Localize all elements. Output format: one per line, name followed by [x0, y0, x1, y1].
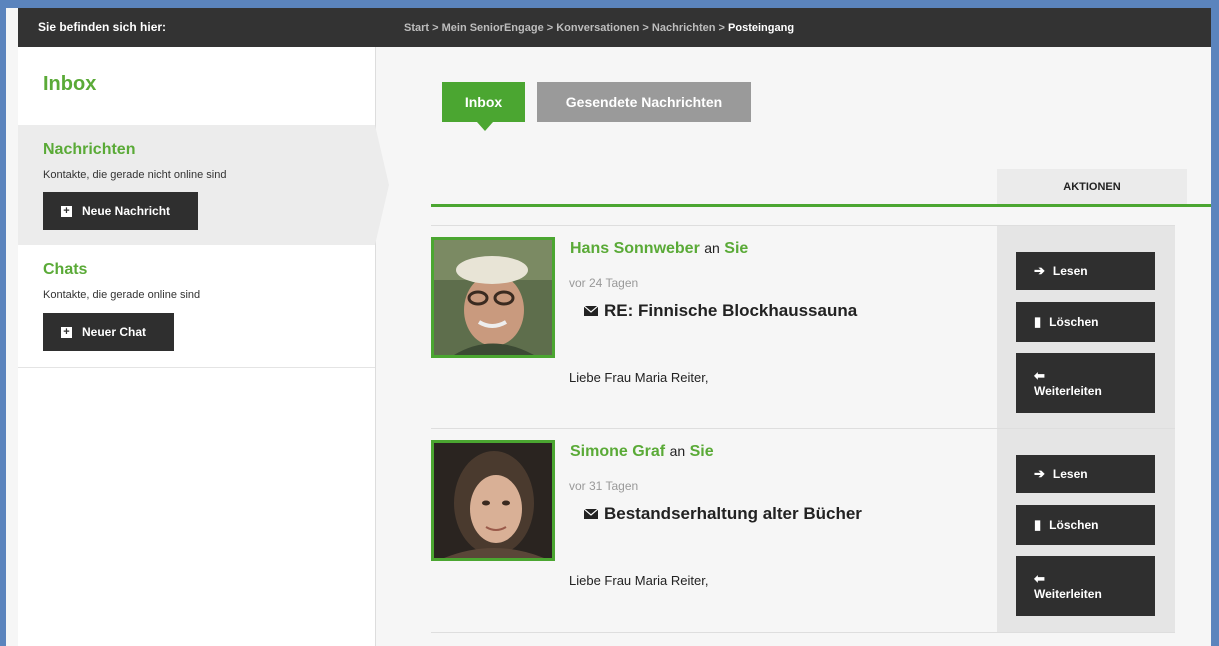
- envelope-icon: [584, 509, 598, 519]
- button-label: Löschen: [1049, 518, 1099, 532]
- delete-button[interactable]: ▮ Löschen: [1016, 302, 1155, 342]
- button-label: Neue Nachricht: [82, 204, 171, 218]
- button-label: Löschen: [1049, 315, 1099, 329]
- sender-name-link[interactable]: Simone Graf: [570, 443, 665, 460]
- section-title: Nachrichten: [43, 141, 136, 158]
- message-age: vor 31 Tagen: [569, 479, 639, 493]
- recipient-link[interactable]: Sie: [690, 443, 714, 460]
- arrow-right-icon: ➔: [1034, 466, 1045, 481]
- sender-line: Simone Graf an Sie: [570, 443, 714, 461]
- sender-name-link[interactable]: Hans Sonnweber: [570, 240, 700, 257]
- plus-icon: +: [61, 326, 72, 338]
- button-label: Weiterleiten: [1034, 384, 1102, 398]
- section-description: Kontakte, die gerade online sind: [43, 289, 201, 301]
- section-title: Chats: [43, 261, 88, 278]
- section-description: Kontakte, die gerade nicht online sind: [43, 169, 227, 181]
- button-label: Neuer Chat: [82, 325, 147, 339]
- delete-button[interactable]: ▮ Löschen: [1016, 505, 1155, 545]
- message-age: vor 24 Tagen: [569, 276, 639, 290]
- breadcrumb-item-start[interactable]: Start: [404, 22, 429, 34]
- sidebar-section-nachrichten[interactable]: Nachrichten Kontakte, die gerade nicht o…: [18, 125, 389, 245]
- page-frame: Sie befinden sich hier: Start > Mein Sen…: [6, 8, 1211, 646]
- new-message-button[interactable]: + Neue Nachricht: [43, 192, 198, 230]
- message-row: Simone Graf an Sie vor 31 Tagen Bestands…: [431, 428, 1175, 633]
- to-word: an: [669, 443, 686, 459]
- sidebar: Inbox Nachrichten Kontakte, die gerade n…: [18, 47, 389, 646]
- breadcrumb-item-nachrichten[interactable]: Nachrichten: [652, 22, 716, 34]
- button-label: Lesen: [1052, 264, 1088, 278]
- trash-icon: ▮: [1034, 314, 1042, 329]
- breadcrumb-bar: Sie befinden sich hier: Start > Mein Sen…: [18, 8, 1211, 47]
- to-word: an: [704, 240, 720, 256]
- recipient-link[interactable]: Sie: [724, 240, 748, 257]
- breadcrumb-item-konversationen[interactable]: Konversationen: [556, 22, 639, 34]
- tab-inbox[interactable]: Inbox: [442, 82, 525, 131]
- plus-icon: +: [61, 205, 72, 217]
- avatar[interactable]: [431, 237, 555, 358]
- message-preview: Liebe Frau Maria Reiter,: [569, 370, 709, 385]
- read-button[interactable]: ➔ Lesen: [1016, 252, 1155, 290]
- read-button[interactable]: ➔ Lesen: [1016, 455, 1155, 493]
- message-subject[interactable]: RE: Finnische Blockhaussauna: [584, 301, 857, 321]
- button-label: Weiterleiten: [1034, 587, 1102, 601]
- breadcrumb-item-current: Posteingang: [728, 22, 795, 34]
- trash-icon: ▮: [1034, 517, 1042, 532]
- arrow-left-icon: ⬅: [1034, 368, 1045, 383]
- message-preview: Liebe Frau Maria Reiter,: [569, 573, 709, 588]
- avatar-woman-image: [434, 443, 552, 558]
- actions-column-header: AKTIONEN: [997, 169, 1187, 204]
- subject-text: RE: Finnische Blockhaussauna: [604, 301, 858, 320]
- new-chat-button[interactable]: + Neuer Chat: [43, 313, 174, 351]
- envelope-icon: [584, 306, 598, 316]
- message-subject[interactable]: Bestandserhaltung alter Bücher: [584, 504, 862, 524]
- tab-sent-messages[interactable]: Gesendete Nachrichten: [537, 82, 751, 122]
- forward-button[interactable]: ⬅ Weiterleiten: [1016, 353, 1155, 413]
- sender-line: Hans Sonnweber an Sie: [570, 240, 748, 258]
- header-divider: [431, 204, 1211, 207]
- breadcrumb: Start > Mein SeniorEngage > Konversation…: [404, 22, 795, 34]
- avatar[interactable]: [431, 440, 555, 561]
- button-label: Lesen: [1052, 467, 1088, 481]
- subject-text: Bestandserhaltung alter Bücher: [604, 504, 862, 523]
- sidebar-title: Inbox: [43, 73, 97, 95]
- breadcrumb-label: Sie befinden sich hier:: [38, 20, 167, 34]
- sidebar-section-chats[interactable]: Chats Kontakte, die gerade online sind +…: [18, 245, 375, 368]
- forward-button[interactable]: ⬅ Weiterleiten: [1016, 556, 1155, 616]
- arrow-left-icon: ⬅: [1034, 571, 1045, 586]
- arrow-right-icon: ➔: [1034, 263, 1045, 278]
- avatar-man-image: [434, 240, 552, 355]
- breadcrumb-item-senior-engage[interactable]: Mein SeniorEngage: [442, 22, 544, 34]
- message-row: Hans Sonnweber an Sie vor 24 Tagen RE: F…: [431, 225, 1175, 429]
